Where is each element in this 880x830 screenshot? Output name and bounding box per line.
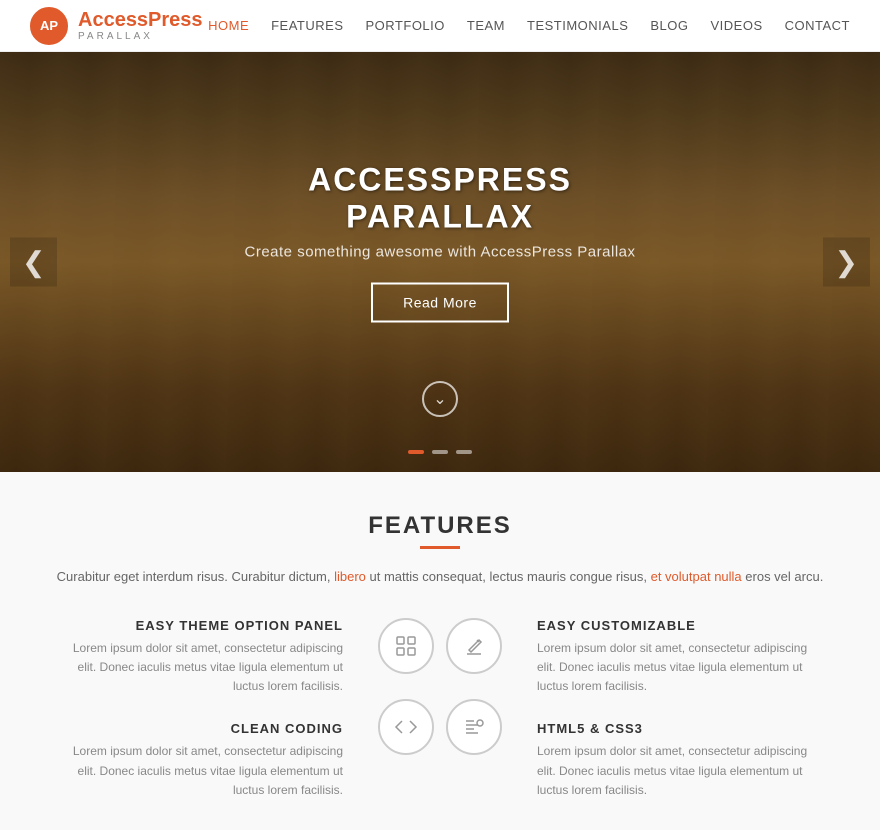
feature-icon-1 [446, 618, 502, 674]
feature-left-item-0: EASY THEME OPTION PANEL Lorem ipsum dolo… [50, 618, 363, 697]
nav-item-videos[interactable]: VIDEOS [711, 18, 763, 33]
nav-item-testimonials[interactable]: TESTIMONIALS [527, 18, 628, 33]
features-section: FEATURES Curabitur eget interdum risus. … [0, 472, 880, 830]
features-grid: EASY THEME OPTION PANEL Lorem ipsum dolo… [50, 618, 830, 800]
header: AP AccessPress PARALLAX HOME FEATURES PORT… [0, 0, 880, 52]
features-icons-col [363, 618, 517, 800]
nav-item-home[interactable]: HOME [208, 18, 249, 33]
features-left-col: EASY THEME OPTION PANEL Lorem ipsum dolo… [50, 618, 363, 800]
logo: AP AccessPress PARALLAX [30, 7, 203, 45]
nav-item-features[interactable]: FEATURES [271, 18, 343, 33]
nav-item-team[interactable]: TEAM [467, 18, 505, 33]
hero-prev-button[interactable]: ❮ [10, 238, 57, 287]
feature-left-title-1: CLEAN CODING [231, 721, 343, 736]
logo-brand: AccessPress [78, 9, 203, 31]
nav-item-contact[interactable]: CONTACT [785, 18, 850, 33]
hero-content: ACCESSPRESS PARALLAX Create something aw… [220, 162, 660, 323]
features-desc-link[interactable]: libero [334, 569, 366, 584]
hero-dots [408, 450, 472, 454]
features-title-underline [420, 546, 460, 549]
logo-icon: AP [30, 7, 68, 45]
hero-cta-button[interactable]: Read More [371, 283, 509, 323]
feature-right-title-1: HTML5 & CSS3 [537, 721, 643, 736]
hero-dot-1[interactable] [432, 450, 448, 454]
feature-right-desc-1: Lorem ipsum dolor sit amet, consectetur … [537, 742, 817, 800]
feature-icon-row-1 [378, 699, 502, 755]
hero-dot-2[interactable] [456, 450, 472, 454]
features-right-col: EASY CUSTOMIZABLE Lorem ipsum dolor sit … [517, 618, 830, 800]
features-title: FEATURES [50, 512, 830, 540]
feature-left-title-0: EASY THEME OPTION PANEL [136, 618, 343, 633]
hero-subtitle: Create something awesome with AccessPres… [220, 244, 660, 261]
feature-icon-2 [378, 699, 434, 755]
feature-right-item-1: HTML5 & CSS3 Lorem ipsum dolor sit amet,… [517, 721, 830, 800]
feature-left-desc-0: Lorem ipsum dolor sit amet, consectetur … [63, 639, 343, 697]
feature-left-desc-1: Lorem ipsum dolor sit amet, consectetur … [63, 742, 343, 800]
feature-right-item-0: EASY CUSTOMIZABLE Lorem ipsum dolor sit … [517, 618, 830, 697]
feature-icon-3 [446, 699, 502, 755]
feature-icon-row-0 [378, 618, 502, 674]
hero-section: ❮ ❯ ACCESSPRESS PARALLAX Create somethin… [0, 52, 880, 472]
feature-right-title-0: EASY CUSTOMIZABLE [537, 618, 696, 633]
feature-right-desc-0: Lorem ipsum dolor sit amet, consectetur … [537, 639, 817, 697]
feature-left-item-1: CLEAN CODING Lorem ipsum dolor sit amet,… [50, 721, 363, 800]
logo-text: AccessPress PARALLAX [78, 9, 203, 42]
nav-item-portfolio[interactable]: PORTFOLIO [366, 18, 445, 33]
hero-scroll-button[interactable]: ⌄ [422, 381, 458, 417]
features-description: Curabitur eget interdum risus. Curabitur… [50, 567, 830, 588]
main-nav: HOME FEATURES PORTFOLIO TEAM TESTIMONIALS BLO… [208, 18, 850, 33]
hero-dot-0[interactable] [408, 450, 424, 454]
hero-title: ACCESSPRESS PARALLAX [220, 162, 660, 236]
features-desc-link[interactable]: et volutpat nulla [651, 569, 742, 584]
nav-item-blog[interactable]: BLOG [650, 18, 688, 33]
logo-sub: PARALLAX [78, 31, 203, 42]
hero-next-button[interactable]: ❯ [823, 238, 870, 287]
feature-icon-0 [378, 618, 434, 674]
